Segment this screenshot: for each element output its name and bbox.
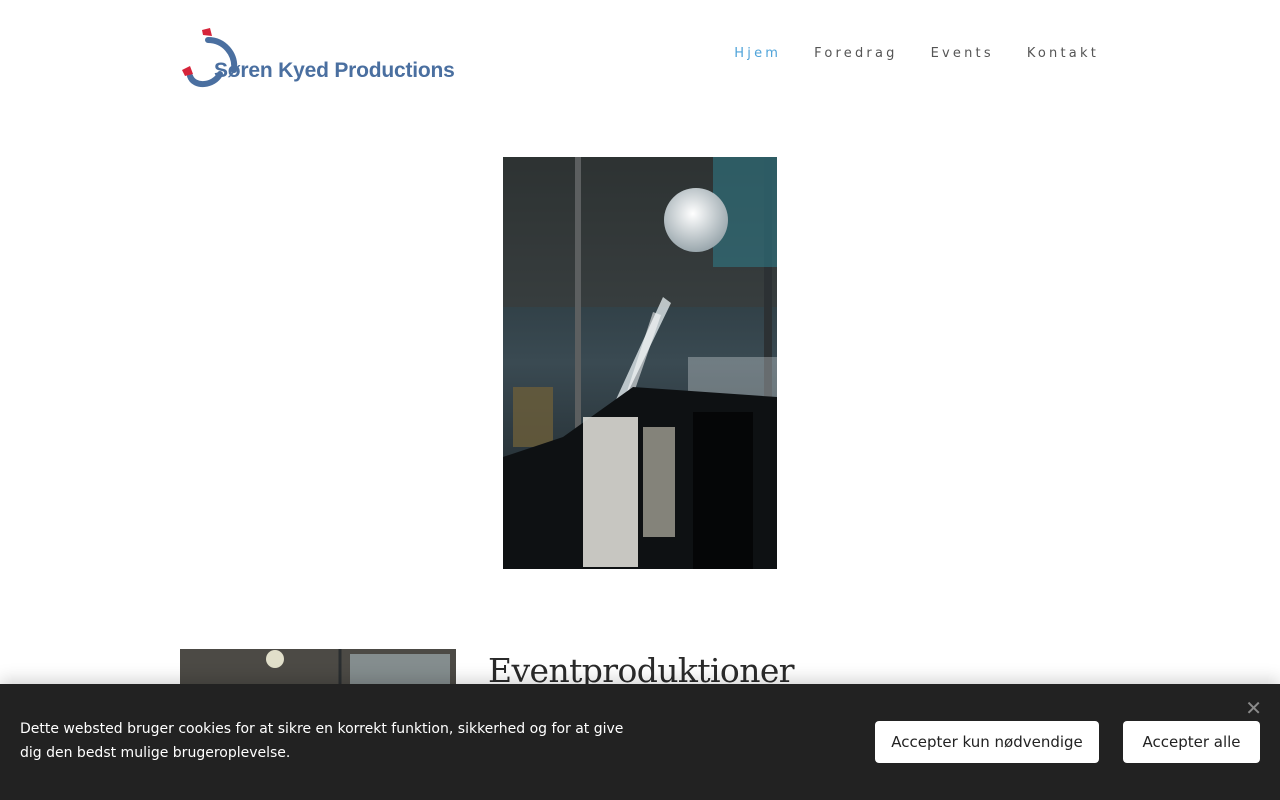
logo-text: Søren Kyed Productions bbox=[214, 59, 455, 82]
nav-item-foredrag[interactable]: Foredrag bbox=[814, 46, 897, 61]
site-logo[interactable]: Søren Kyed Productions bbox=[180, 24, 470, 88]
nav-item-events[interactable]: Events bbox=[931, 46, 994, 61]
cookie-banner: Dette websted bruger cookies for at sikr… bbox=[0, 684, 1280, 800]
nav-item-kontakt[interactable]: Kontakt bbox=[1027, 46, 1099, 61]
nav-item-hjem[interactable]: Hjem bbox=[734, 46, 781, 61]
cookie-text: Dette websted bruger cookies for at sikr… bbox=[20, 721, 624, 761]
hero-image bbox=[503, 157, 777, 569]
accept-all-button[interactable]: Accepter alle bbox=[1123, 721, 1260, 763]
hero-photo bbox=[503, 157, 777, 569]
close-icon[interactable]: ✕ bbox=[1245, 698, 1262, 718]
site-header: Søren Kyed Productions Hjem Foredrag Eve… bbox=[0, 0, 1280, 110]
accept-necessary-button[interactable]: Accepter kun nødvendige bbox=[875, 721, 1099, 763]
main-nav: Hjem Foredrag Events Kontakt bbox=[701, 46, 1099, 61]
